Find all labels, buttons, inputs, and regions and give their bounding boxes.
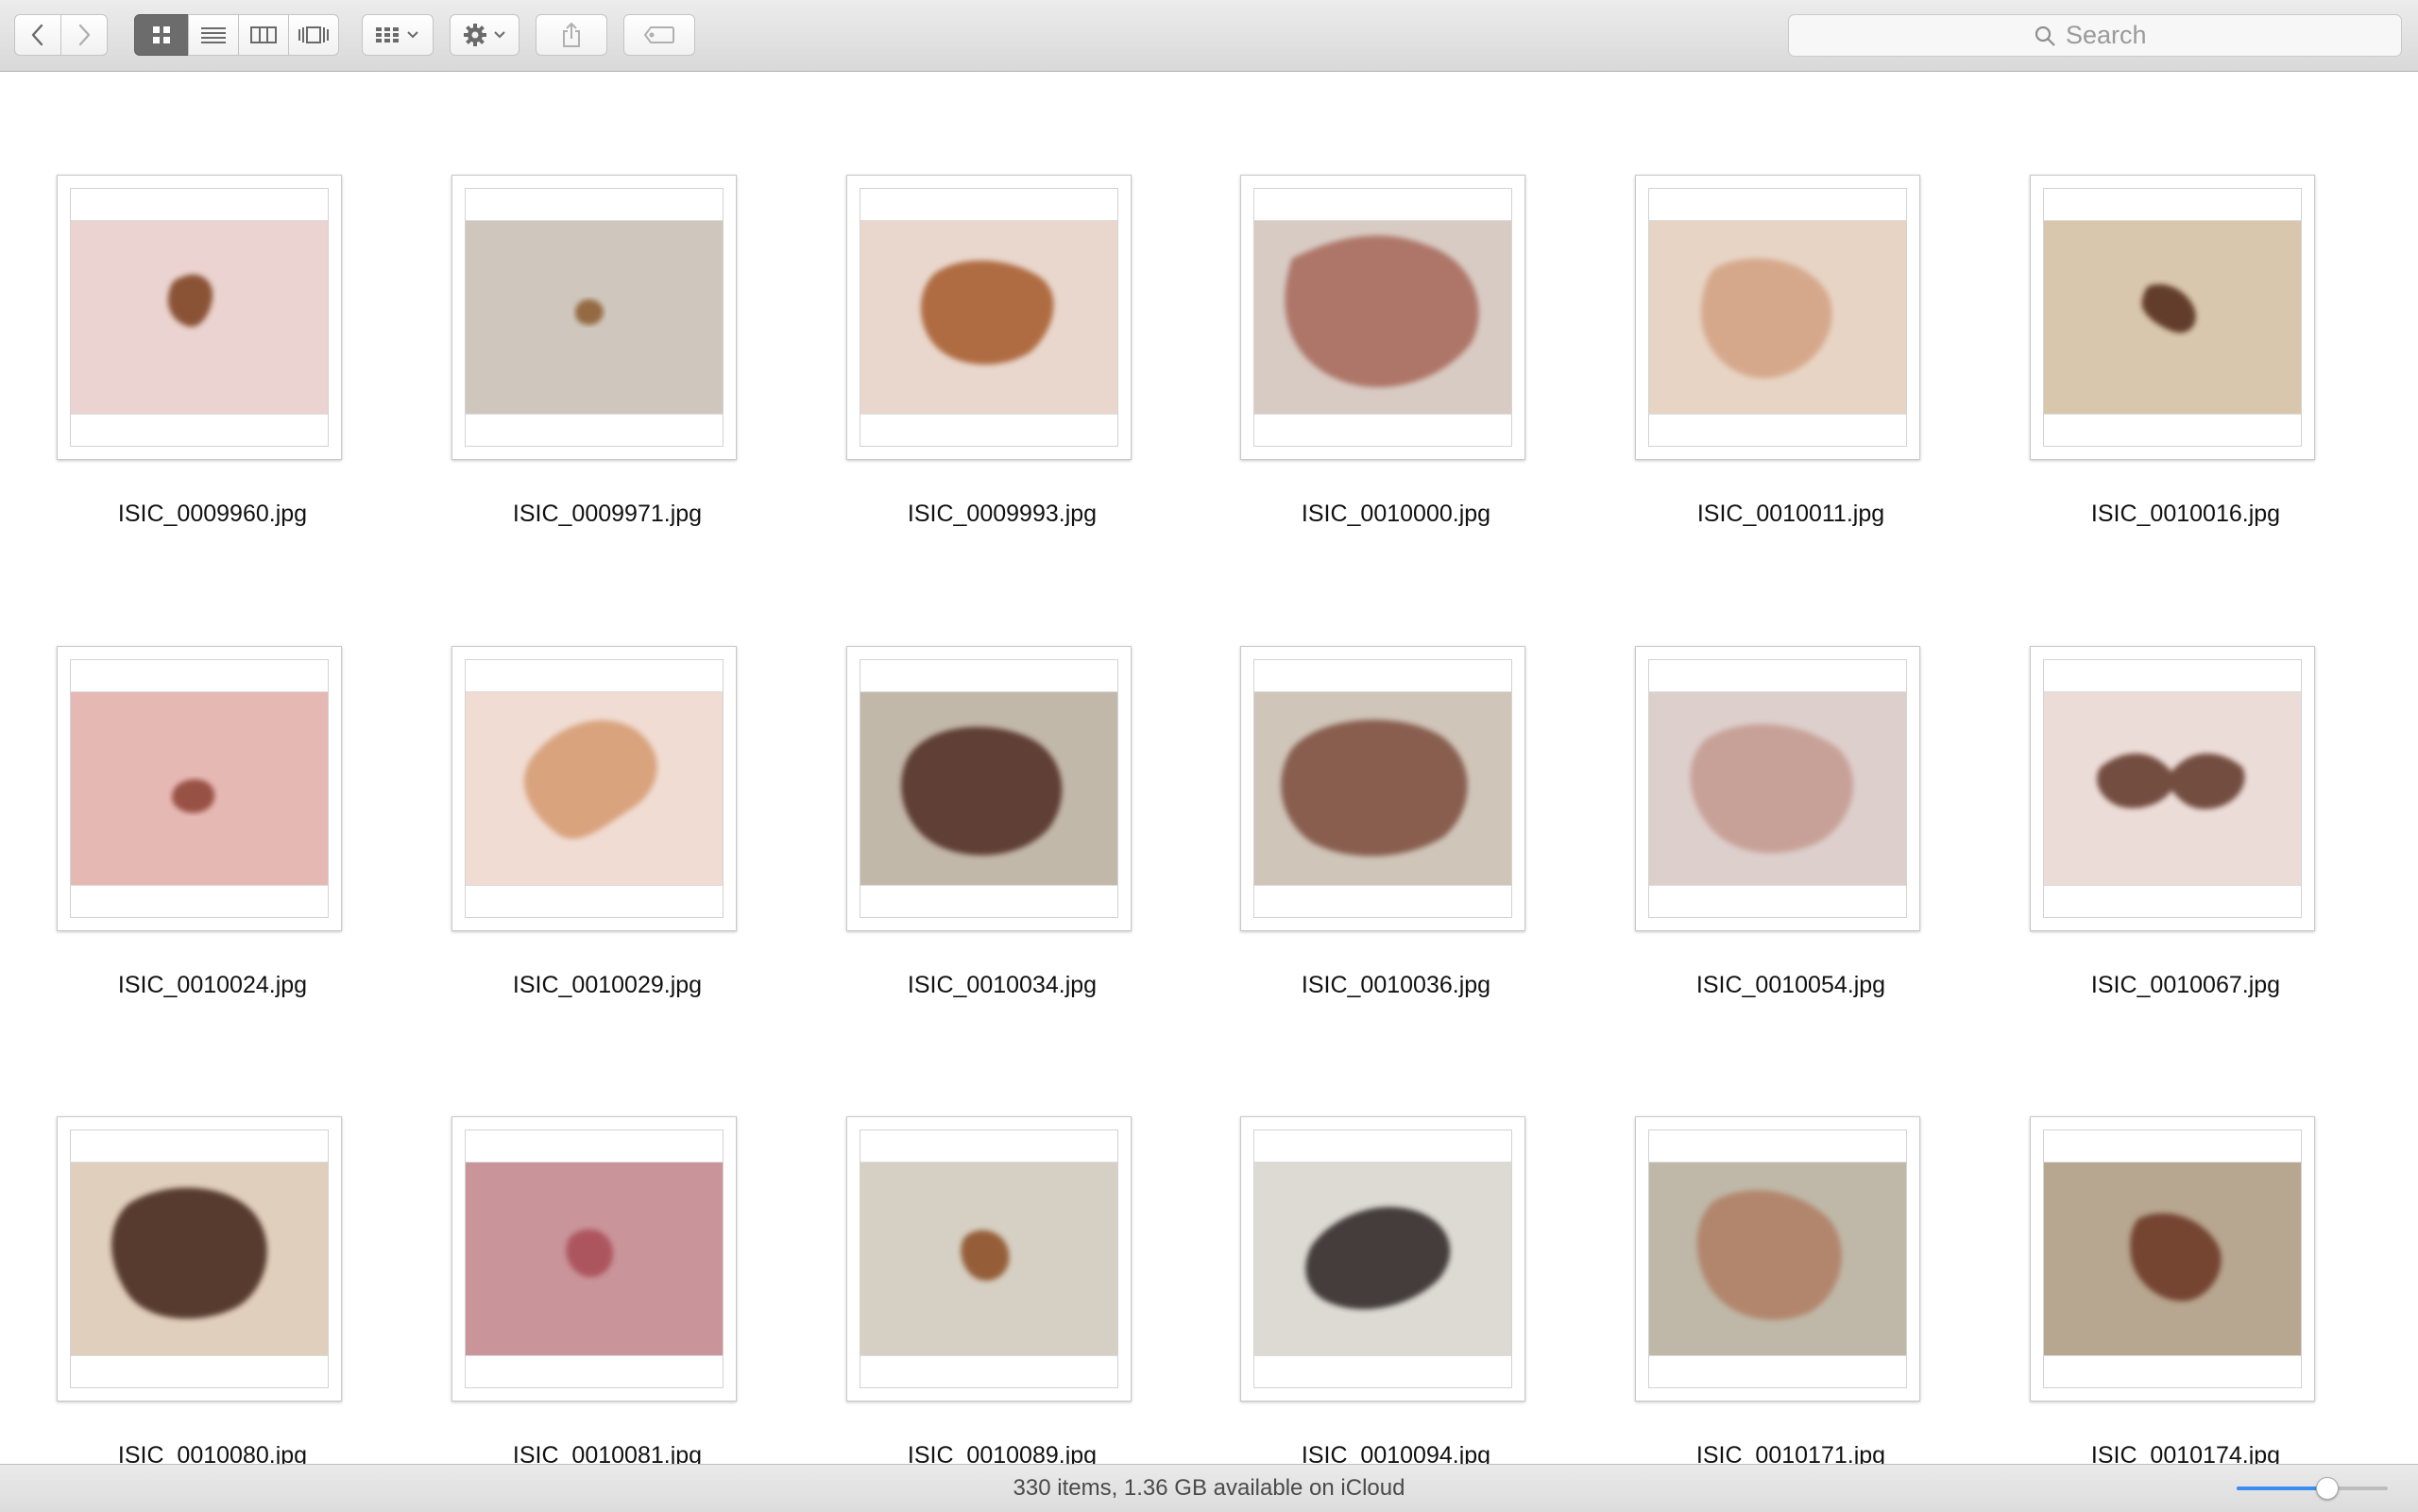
cover-flow-button[interactable] bbox=[288, 14, 339, 56]
thumbnail-page bbox=[2043, 659, 2302, 918]
thumbnail-page bbox=[465, 188, 724, 447]
status-text: 330 items, 1.36 GB available on iCloud bbox=[1013, 1475, 1405, 1501]
file-name-label[interactable]: ISIC_0010034.jpg bbox=[826, 972, 1179, 999]
file-name-label[interactable]: ISIC_0010016.jpg bbox=[2009, 501, 2362, 528]
chevron-right-icon bbox=[76, 23, 93, 47]
dermoscopy-image bbox=[860, 691, 1117, 886]
thumbnail-frame[interactable] bbox=[57, 1116, 342, 1402]
thumbnail-frame[interactable] bbox=[57, 646, 342, 931]
view-mode-segmented-control bbox=[134, 14, 339, 56]
thumbnail-page bbox=[70, 188, 329, 447]
list-view-button[interactable] bbox=[188, 14, 239, 56]
dermoscopy-image bbox=[2044, 220, 2301, 415]
column-view-button[interactable] bbox=[238, 14, 289, 56]
thumbnail-page bbox=[1253, 659, 1512, 918]
thumbnail-frame[interactable] bbox=[846, 1116, 1132, 1402]
chevron-down-icon bbox=[406, 30, 419, 40]
thumbnail-page bbox=[860, 1130, 1118, 1388]
arrange-button[interactable] bbox=[362, 14, 434, 56]
thumbnail-page bbox=[860, 659, 1118, 918]
list-view-icon bbox=[200, 25, 227, 44]
thumbnail-frame[interactable] bbox=[57, 175, 342, 460]
icon-view-icon bbox=[152, 25, 171, 44]
thumbnail-frame[interactable] bbox=[1635, 646, 1920, 931]
tag-icon bbox=[643, 25, 675, 44]
search-input[interactable] bbox=[2066, 21, 2156, 50]
file-name-label[interactable]: ISIC_0010036.jpg bbox=[1219, 972, 1573, 999]
dermoscopy-image bbox=[71, 691, 328, 886]
thumbnail-frame[interactable] bbox=[2030, 175, 2315, 460]
search-icon bbox=[2034, 25, 2056, 47]
share-button[interactable] bbox=[536, 14, 607, 56]
toolbar bbox=[0, 0, 2418, 72]
dermoscopy-image bbox=[1254, 691, 1511, 886]
dermoscopy-image bbox=[466, 1162, 723, 1356]
icon-view-button[interactable] bbox=[134, 14, 189, 56]
dermoscopy-image bbox=[1649, 691, 1906, 886]
thumbnail-page bbox=[465, 659, 724, 918]
search-field[interactable] bbox=[1788, 14, 2402, 57]
file-name-label[interactable]: ISIC_0009960.jpg bbox=[36, 501, 389, 528]
thumbnail-frame[interactable] bbox=[846, 175, 1132, 460]
dermoscopy-image bbox=[860, 1162, 1117, 1356]
dermoscopy-image bbox=[466, 220, 723, 415]
forward-button[interactable] bbox=[60, 14, 108, 56]
thumbnail-frame[interactable] bbox=[2030, 646, 2315, 931]
file-name-label[interactable]: ISIC_0010067.jpg bbox=[2009, 972, 2362, 999]
back-button[interactable] bbox=[14, 14, 61, 56]
thumbnail-frame[interactable] bbox=[451, 1116, 737, 1402]
file-name-label[interactable]: ISIC_0010029.jpg bbox=[431, 972, 784, 999]
dermoscopy-image bbox=[1649, 1162, 1906, 1356]
thumbnail-page bbox=[465, 1130, 724, 1388]
dermoscopy-image bbox=[466, 691, 723, 886]
navigation-buttons bbox=[14, 14, 108, 56]
chevron-left-icon bbox=[29, 23, 46, 47]
dermoscopy-image bbox=[860, 220, 1117, 415]
dermoscopy-image bbox=[1254, 220, 1511, 415]
thumbnail-page bbox=[1253, 1130, 1512, 1388]
share-icon bbox=[561, 22, 582, 48]
dermoscopy-image bbox=[1254, 1162, 1511, 1356]
file-name-label[interactable]: ISIC_0010000.jpg bbox=[1219, 501, 1573, 528]
thumbnail-frame[interactable] bbox=[2030, 1116, 2315, 1402]
thumbnail-page bbox=[70, 1130, 329, 1388]
file-name-label[interactable]: ISIC_0010054.jpg bbox=[1614, 972, 1967, 999]
thumbnail-frame[interactable] bbox=[1240, 175, 1525, 460]
thumbnail-page bbox=[2043, 188, 2302, 447]
gear-icon bbox=[463, 23, 487, 47]
slider-knob[interactable] bbox=[2316, 1477, 2339, 1500]
chevron-down-icon bbox=[493, 30, 506, 40]
thumbnail-page bbox=[2043, 1130, 2302, 1388]
thumbnail-frame[interactable] bbox=[1635, 1116, 1920, 1402]
cover-flow-icon bbox=[298, 25, 330, 44]
thumbnail-frame[interactable] bbox=[1240, 646, 1525, 931]
slider-fill bbox=[2237, 1487, 2327, 1490]
dermoscopy-image bbox=[71, 220, 328, 415]
file-name-label[interactable]: ISIC_0010024.jpg bbox=[36, 972, 389, 999]
thumbnail-frame[interactable] bbox=[451, 646, 737, 931]
thumbnail-frame[interactable] bbox=[1240, 1116, 1525, 1402]
column-view-icon bbox=[250, 25, 277, 44]
arrange-grid-icon bbox=[376, 25, 400, 44]
file-name-label[interactable]: ISIC_0009971.jpg bbox=[431, 501, 784, 528]
thumbnail-frame[interactable] bbox=[1635, 175, 1920, 460]
thumbnail-page bbox=[860, 188, 1118, 447]
thumbnail-page bbox=[70, 659, 329, 918]
dermoscopy-image bbox=[1649, 220, 1906, 415]
thumbnail-frame[interactable] bbox=[846, 646, 1132, 931]
file-name-label[interactable]: ISIC_0009993.jpg bbox=[826, 501, 1179, 528]
icon-size-slider[interactable] bbox=[2237, 1476, 2390, 1501]
edit-tags-button[interactable] bbox=[623, 14, 695, 56]
dermoscopy-image bbox=[2044, 1162, 2301, 1356]
action-button[interactable] bbox=[450, 14, 519, 56]
dermoscopy-image bbox=[2044, 691, 2301, 886]
thumbnail-page bbox=[1253, 188, 1512, 447]
file-name-label[interactable]: ISIC_0010011.jpg bbox=[1614, 501, 1967, 528]
thumbnail-frame[interactable] bbox=[451, 175, 737, 460]
status-bar: 330 items, 1.36 GB available on iCloud bbox=[0, 1464, 2418, 1512]
dermoscopy-image bbox=[71, 1162, 328, 1356]
thumbnail-page bbox=[1648, 659, 1907, 918]
thumbnail-page bbox=[1648, 188, 1907, 447]
thumbnail-page bbox=[1648, 1130, 1907, 1388]
